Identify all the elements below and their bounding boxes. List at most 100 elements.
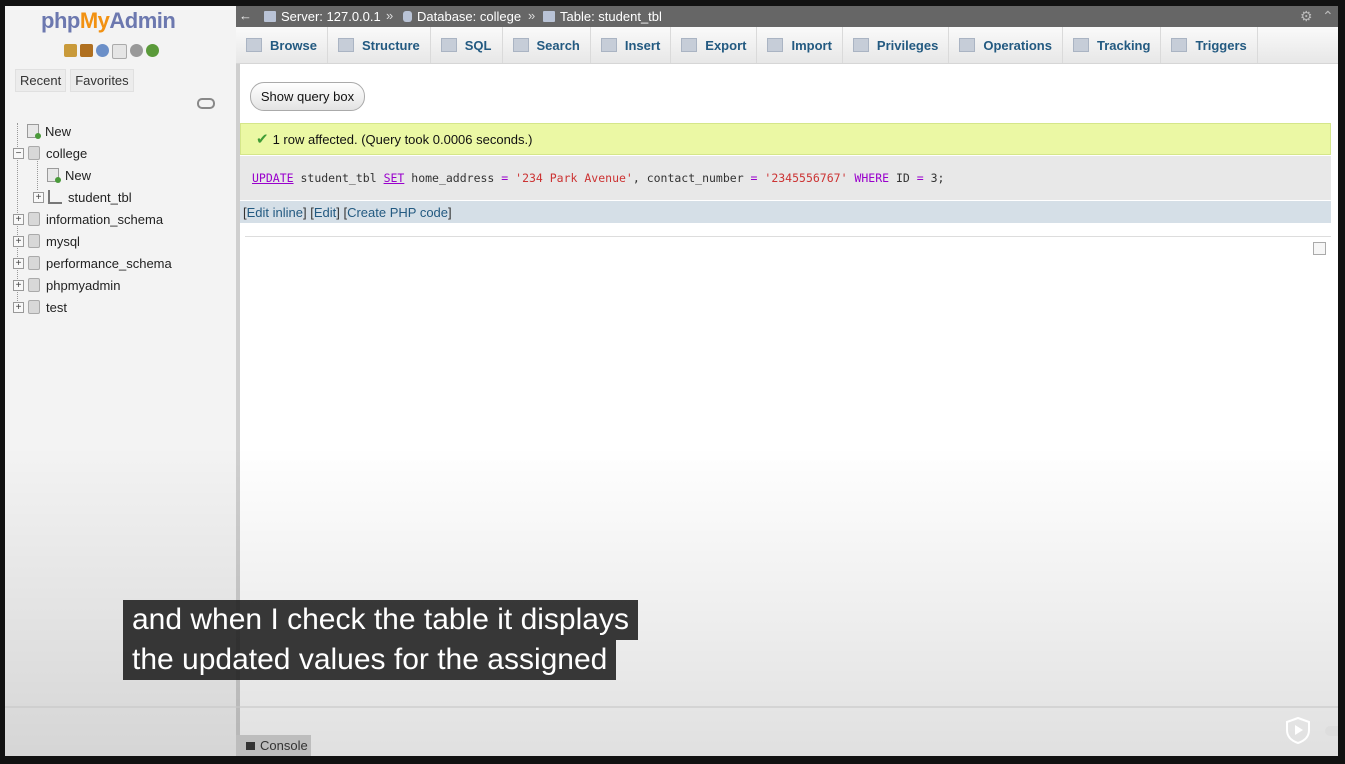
tab-import[interactable]: Import [757, 27, 843, 63]
link-with-main-panel-icon[interactable] [197, 98, 215, 109]
create-php-code-link[interactable]: Create PHP code [347, 205, 448, 220]
help-icon[interactable] [96, 44, 109, 57]
tree-item-label: phpmyadmin [46, 277, 121, 293]
console-label: Console [260, 738, 308, 753]
sql-string: '234 Park Avenue' [508, 171, 633, 185]
breadcrumb-server-label: Server: 127.0.0.1 [281, 9, 381, 24]
tree-item-college[interactable]: − college [13, 144, 87, 162]
tab-recent[interactable]: Recent [15, 69, 67, 92]
tree-item-label: mysql [46, 233, 80, 249]
insert-icon [600, 38, 617, 52]
edit-link[interactable]: Edit [314, 205, 336, 220]
reload-icon[interactable] [146, 44, 159, 57]
breadcrumb-table[interactable]: Table: student_tbl [543, 9, 662, 24]
logo-php: php [41, 8, 80, 33]
breadcrumb-separator: » [528, 8, 536, 23]
home-icon[interactable] [64, 44, 77, 57]
database-icon [28, 212, 40, 226]
logo-admin: Admin [109, 8, 176, 33]
expand-icon[interactable]: + [13, 257, 24, 269]
sql-icon [440, 38, 457, 52]
console-button[interactable]: Console [236, 735, 311, 756]
table-icon [543, 11, 555, 22]
tree-item-college-new[interactable]: New [47, 166, 91, 184]
sql-keyword-update[interactable]: UPDATE [252, 171, 294, 185]
tree-item-performance-schema[interactable]: + performance_schema [13, 254, 172, 272]
settings-icon[interactable] [130, 44, 143, 57]
breadcrumb-database[interactable]: Database: college [403, 9, 521, 24]
docs-icon[interactable] [112, 44, 127, 59]
sql-keyword-set[interactable]: SET [384, 171, 405, 185]
success-text: 1 row affected. (Query took 0.0006 secon… [272, 131, 533, 147]
tab-browse[interactable]: Browse [236, 27, 328, 63]
database-icon [403, 11, 412, 22]
edit-inline-link[interactable]: Edit inline [247, 205, 303, 220]
tree-item-information-schema[interactable]: + information_schema [13, 210, 163, 228]
new-icon [47, 168, 61, 183]
query-action-links: [ Edit inline ] [ Edit ] [ Create PHP co… [240, 201, 1331, 223]
database-icon [28, 234, 40, 248]
server-icon [264, 11, 276, 22]
expand-icon[interactable]: + [13, 213, 24, 225]
tree-item-test[interactable]: + test [13, 298, 67, 316]
tab-label: Privileges [876, 37, 939, 53]
logout-icon[interactable] [80, 44, 93, 57]
bracket: ] [448, 204, 452, 220]
database-icon [28, 300, 40, 314]
database-icon [28, 256, 40, 270]
collapse-icon[interactable]: − [13, 147, 24, 159]
video-progress-bar[interactable] [5, 706, 1338, 708]
expand-icon[interactable]: + [33, 191, 44, 203]
search-icon [512, 38, 529, 52]
database-icon [28, 146, 40, 160]
tree-item-mysql[interactable]: + mysql [13, 232, 80, 250]
recent-favorites-tabs: Recent Favorites [15, 69, 134, 92]
tab-label: Import [791, 37, 832, 53]
shield-play-icon[interactable] [1285, 716, 1311, 744]
show-query-box-button[interactable]: Show query box [250, 82, 365, 111]
breadcrumb-server[interactable]: Server: 127.0.0.1 [264, 9, 381, 24]
tree-item-phpmyadmin[interactable]: + phpmyadmin [13, 276, 120, 294]
tree-item-new[interactable]: New [27, 122, 71, 140]
tab-label: Insert [624, 37, 661, 53]
sql-operator: = [916, 171, 924, 185]
tab-tracking[interactable]: Tracking [1063, 27, 1162, 63]
expand-icon[interactable]: + [13, 279, 24, 291]
collapse-top-icon[interactable]: ⌃ [1322, 8, 1334, 25]
tab-export[interactable]: Export [671, 27, 758, 63]
expand-icon[interactable]: + [13, 301, 24, 313]
tree-item-label: performance_schema [46, 255, 172, 271]
structure-icon [337, 38, 354, 52]
breadcrumb-separator: » [386, 8, 394, 23]
bookmark-icon[interactable] [1313, 242, 1326, 255]
tab-triggers[interactable]: Triggers [1161, 27, 1258, 63]
logo-my: My [79, 8, 110, 33]
caption-line-1: and when I check the table it displays [123, 600, 638, 640]
divider [245, 236, 1331, 237]
back-arrow-icon[interactable]: ← [239, 8, 252, 23]
table-menu: Browse Structure SQL Search Insert Expor… [236, 27, 1338, 64]
tab-insert[interactable]: Insert [591, 27, 672, 63]
phpmyadmin-logo[interactable]: phpMyAdmin [41, 8, 176, 34]
export-icon [681, 38, 698, 52]
sql-column: ID [889, 171, 917, 185]
tab-privileges[interactable]: Privileges [843, 27, 950, 63]
settings-gear-icon[interactable]: ⚙ [1300, 8, 1313, 25]
eye-icon [1072, 38, 1089, 52]
tab-label: Export [705, 37, 747, 53]
sql-column: home_address [404, 171, 502, 185]
breadcrumb: ← Server: 127.0.0.1 » Database: college … [236, 6, 1338, 27]
tab-structure[interactable]: Structure [328, 27, 431, 63]
tab-operations[interactable]: Operations [949, 27, 1063, 63]
expand-icon[interactable]: + [13, 235, 24, 247]
tree-item-student-tbl[interactable]: + student_tbl [33, 188, 132, 206]
tab-favorites[interactable]: Favorites [70, 69, 134, 92]
sql-string: '2345556767' [757, 171, 855, 185]
autoplay-toggle[interactable] [1325, 726, 1338, 736]
tab-search[interactable]: Search [503, 27, 591, 63]
table-icon [48, 190, 62, 204]
video-caption: and when I check the table it displays t… [123, 600, 638, 680]
breadcrumb-table-label: Table: student_tbl [560, 9, 662, 24]
tab-sql[interactable]: SQL [431, 27, 503, 63]
triggers-icon [1171, 38, 1188, 52]
